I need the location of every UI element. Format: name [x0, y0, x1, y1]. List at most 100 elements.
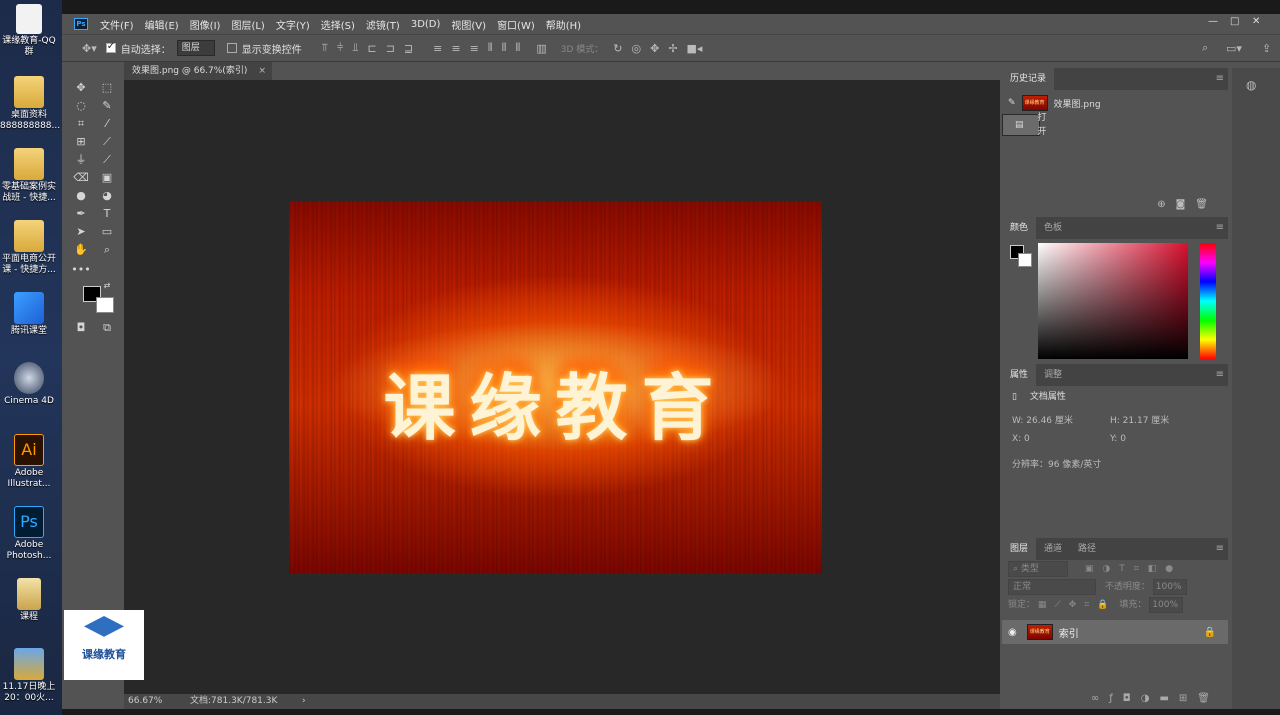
desktop-icon-basic-course[interactable]: 零基础案例实战班 - 快捷... [0, 148, 58, 204]
tab-history[interactable]: 历史记录 [1002, 68, 1055, 90]
quick-mask-icon[interactable]: ◘ [70, 320, 92, 336]
desktop-icon-ecommerce-course[interactable]: 平面电商公开课 - 快捷方... [0, 220, 58, 276]
maximize-icon[interactable]: □ [1230, 16, 1239, 27]
fill-field[interactable]: 100% [1149, 597, 1184, 613]
width-value[interactable]: W: 26.46 厘米 [1012, 416, 1073, 426]
menu-filter[interactable]: 滤镜(T) [366, 17, 400, 32]
align-top-icon[interactable]: ⫪ [322, 41, 328, 55]
auto-select-dropdown[interactable]: 图层 [176, 40, 215, 56]
layer-name[interactable]: 索引 [1059, 625, 1079, 640]
height-value[interactable]: H: 21.17 厘米 [1110, 412, 1169, 430]
y-value[interactable]: Y: 0 [1110, 430, 1126, 448]
screen-mode-icon[interactable]: ⧉ [96, 320, 118, 336]
layer-filter-icons[interactable]: ▣◑T⌗◧● [1085, 564, 1182, 574]
move-tool-icon[interactable]: ✥ [70, 80, 92, 96]
menu-layer[interactable]: 图层(L) [231, 17, 264, 32]
distribute-hcenter-icon[interactable]: ⦀ [502, 41, 507, 55]
tab-swatches[interactable]: 色板 [1036, 217, 1070, 239]
panel-menu-icon[interactable]: ≡ [1216, 369, 1224, 380]
delete-layer-icon[interactable]: 🗑 [1197, 693, 1220, 704]
menu-select[interactable]: 选择(S) [321, 17, 355, 32]
zoom-tool-icon[interactable]: ⌕ [96, 242, 118, 258]
distribute-left-icon[interactable]: ⦀ [488, 41, 493, 55]
path-select-tool-icon[interactable]: ➤ [70, 224, 92, 240]
zoom-level[interactable]: 66.67% [128, 694, 162, 709]
workspace-icon[interactable]: ▭▾ [1226, 42, 1242, 55]
tab-adjustments[interactable]: 调整 [1036, 364, 1070, 386]
swap-colors-icon[interactable]: ⇄ [96, 278, 118, 294]
eyedropper-tool-icon[interactable]: ⁄ [96, 116, 118, 132]
3d-slide-icon[interactable]: ✢ [668, 42, 677, 55]
brush-tool-icon[interactable]: ⟋ [96, 134, 118, 150]
show-transform-checkbox[interactable] [226, 43, 237, 53]
libraries-icon[interactable]: ◍ [1246, 78, 1256, 92]
3d-pan-icon[interactable]: ✥ [650, 42, 659, 55]
gradient-tool-icon[interactable]: ▣ [96, 170, 118, 186]
move-tool-preset-icon[interactable]: ✥▾ [82, 42, 97, 55]
share-icon[interactable]: ⇪ [1262, 42, 1271, 55]
tab-color[interactable]: 颜色 [1002, 217, 1037, 239]
menu-window[interactable]: 窗口(W) [497, 17, 535, 32]
distribute-vcenter-icon[interactable]: ≡ [451, 42, 460, 55]
type-tool-icon[interactable]: T [96, 206, 118, 222]
marquee-tool-icon[interactable]: ⬚ [96, 80, 118, 96]
history-step-row[interactable]: ▤ 打开 [1002, 113, 1047, 137]
menu-image[interactable]: 图像(I) [190, 17, 221, 32]
brush-source-icon[interactable]: ✎ [1008, 98, 1016, 108]
auto-select-checkbox[interactable] [105, 41, 116, 53]
search-icon[interactable]: ⌕ [1202, 41, 1208, 55]
clone-stamp-tool-icon[interactable]: ⏚ [70, 152, 92, 168]
menu-edit[interactable]: 编辑(E) [145, 17, 179, 32]
menu-help[interactable]: 帮助(H) [546, 17, 581, 32]
close-icon[interactable]: ✕ [1252, 16, 1260, 27]
trash-icon[interactable]: 🗑 [1195, 199, 1218, 210]
panel-menu-icon[interactable]: ≡ [1216, 543, 1224, 554]
status-expand-icon[interactable]: › [302, 694, 306, 709]
color-background-swatch[interactable] [1018, 253, 1032, 267]
desktop-icon-cinema4d[interactable]: Cinema 4D [0, 362, 58, 407]
document-tab[interactable]: 效果图.png @ 66.7%(索引) × [124, 62, 272, 80]
3d-rotate-icon[interactable]: ↻ [613, 42, 622, 55]
new-group-icon[interactable]: ▬ [1159, 693, 1178, 704]
align-vcenter-icon[interactable]: ⫩ [337, 41, 343, 55]
history-snapshot-row[interactable]: ✎ 课缘教育 效果图.png [1002, 92, 1228, 114]
align-right-icon[interactable]: ⊒ [404, 42, 413, 55]
lasso-tool-icon[interactable]: ◌ [70, 98, 92, 114]
menu-3d[interactable]: 3D(D) [411, 19, 441, 30]
align-hcenter-icon[interactable]: ⊐ [386, 42, 395, 55]
link-layers-icon[interactable]: ∞ [1091, 693, 1109, 704]
3d-scale-icon[interactable]: ■◂ [687, 42, 703, 55]
align-left-icon[interactable]: ⊏ [367, 42, 376, 55]
menu-view[interactable]: 视图(V) [451, 17, 486, 32]
layer-style-icon[interactable]: ƒ [1109, 693, 1123, 704]
menu-type[interactable]: 文字(Y) [276, 17, 310, 32]
desktop-icon-photoshop[interactable]: Ps Adobe Photosh... [0, 506, 58, 562]
desktop-icon-qq-group[interactable]: 课缘教育-QQ群 [0, 4, 58, 58]
distribute-top-icon[interactable]: ≡ [433, 42, 442, 55]
visibility-eye-icon[interactable]: ◉ [1008, 627, 1017, 638]
tab-paths[interactable]: 路径 [1070, 538, 1104, 560]
layer-row[interactable]: ◉ 课缘教育 索引 🔒 [1002, 620, 1228, 644]
eraser-tool-icon[interactable]: ⌫ [70, 170, 92, 186]
canvas-area[interactable]: 课缘教育 [124, 80, 1000, 694]
desktop-icon-live-class[interactable]: 11.17日晚上 20：00火... [0, 648, 58, 704]
new-document-from-state-icon[interactable]: ⊕ [1157, 199, 1175, 210]
rectangle-tool-icon[interactable]: ▭ [96, 224, 118, 240]
align-bottom-icon[interactable]: ⫫ [352, 41, 358, 55]
pen-tool-icon[interactable]: ✒ [70, 206, 92, 222]
healing-brush-tool-icon[interactable]: ⊞ [70, 134, 92, 150]
desktop-icon-tencent-classroom[interactable]: 腾讯课堂 [0, 292, 58, 337]
more-tools-icon[interactable]: ••• [70, 262, 92, 278]
desktop-icon-desktop-materials[interactable]: 桌面资料888888888... [0, 76, 60, 132]
snapshot-camera-icon[interactable]: ◙ [1176, 199, 1196, 210]
background-color-swatch[interactable] [96, 297, 114, 313]
color-picker-field[interactable] [1038, 243, 1188, 359]
panel-menu-icon[interactable]: ≡ [1216, 222, 1224, 233]
add-mask-icon[interactable]: ◘ [1123, 693, 1141, 704]
minimize-icon[interactable]: — [1208, 16, 1218, 27]
blend-mode-dropdown[interactable]: 正常 [1008, 579, 1096, 595]
hand-tool-icon[interactable]: ✋ [70, 242, 92, 258]
x-value[interactable]: X: 0 [1012, 434, 1030, 444]
blur-tool-icon[interactable]: ● [70, 188, 92, 204]
distribute-bottom-icon[interactable]: ≡ [470, 42, 479, 55]
